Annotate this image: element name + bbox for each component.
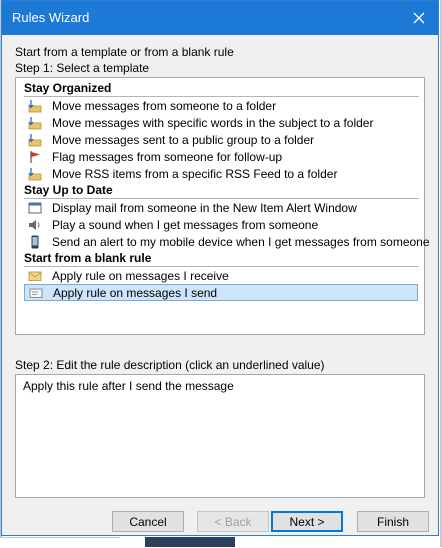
back-button[interactable]: < Back [197, 511, 269, 532]
mobile-device-icon [28, 235, 42, 249]
intro-text: Start from a template or from a blank ru… [15, 45, 234, 59]
rule-description-text: Apply this rule after I send the message [23, 379, 234, 393]
next-button[interactable]: Next > [271, 511, 343, 532]
envelope-send-icon [29, 286, 43, 300]
folder-move-icon [28, 116, 42, 130]
template-item-label: Apply rule on messages I receive [52, 268, 229, 283]
template-item[interactable]: Move messages with specific words in the… [24, 114, 418, 131]
window-title: Rules Wizard [12, 10, 90, 25]
cancel-button[interactable]: Cancel [112, 511, 184, 532]
alert-window-icon [28, 201, 42, 215]
template-item-selected[interactable]: Apply rule on messages I send [24, 284, 418, 301]
template-item[interactable]: Flag messages from someone for follow-up [24, 148, 418, 165]
section-stay-up-to-date: Stay Up to Date [24, 182, 419, 199]
step1-label: Step 1: Select a template [15, 61, 150, 75]
template-item-label: Send an alert to my mobile device when I… [52, 234, 430, 249]
template-item[interactable]: Display mail from someone in the New Ite… [24, 199, 418, 216]
template-item-label: Display mail from someone in the New Ite… [52, 200, 357, 215]
template-item-label: Move RSS items from a specific RSS Feed … [52, 166, 338, 181]
template-item-label: Move messages with specific words in the… [52, 115, 374, 130]
template-item[interactable]: Move messages from someone to a folder [24, 97, 418, 114]
folder-move-icon [28, 99, 42, 113]
template-item-label: Move messages sent to a public group to … [52, 132, 315, 147]
section-title: Stay Organized [24, 81, 112, 95]
section-title: Start from a blank rule [24, 251, 152, 265]
finish-button[interactable]: Finish [357, 511, 429, 532]
background-window-area [0, 537, 120, 548]
rule-description-box[interactable]: Apply this rule after I send the message [15, 374, 425, 498]
template-item[interactable]: Move messages sent to a public group to … [24, 131, 418, 148]
template-item-label: Play a sound when I get messages from so… [52, 217, 319, 232]
close-button[interactable] [408, 7, 430, 29]
rules-wizard-dialog: Rules Wizard Start from a template or fr… [1, 0, 439, 536]
close-icon [413, 12, 425, 24]
red-flag-icon [28, 150, 42, 164]
template-item[interactable]: Apply rule on messages I receive [24, 267, 418, 284]
background-taskbar-area [145, 537, 235, 547]
template-item-label: Move messages from someone to a folder [52, 98, 277, 113]
template-item[interactable]: Move RSS items from a specific RSS Feed … [24, 165, 418, 182]
template-item[interactable]: Play a sound when I get messages from so… [24, 216, 418, 233]
template-list[interactable]: Stay Organized Move messages from someon… [15, 77, 430, 335]
folder-move-icon [28, 133, 42, 147]
section-stay-organized: Stay Organized [24, 80, 419, 97]
title-bar: Rules Wizard [2, 1, 438, 35]
folder-move-icon [28, 167, 42, 181]
template-item[interactable]: Send an alert to my mobile device when I… [24, 233, 430, 250]
step2-label: Step 2: Edit the rule description (click… [15, 358, 325, 372]
envelope-icon [28, 269, 42, 283]
section-title: Stay Up to Date [24, 183, 113, 197]
section-blank-rule: Start from a blank rule [24, 250, 419, 267]
template-item-label: Flag messages from someone for follow-up [52, 149, 283, 164]
speaker-icon [28, 218, 42, 232]
template-item-label: Apply rule on messages I send [53, 285, 218, 300]
